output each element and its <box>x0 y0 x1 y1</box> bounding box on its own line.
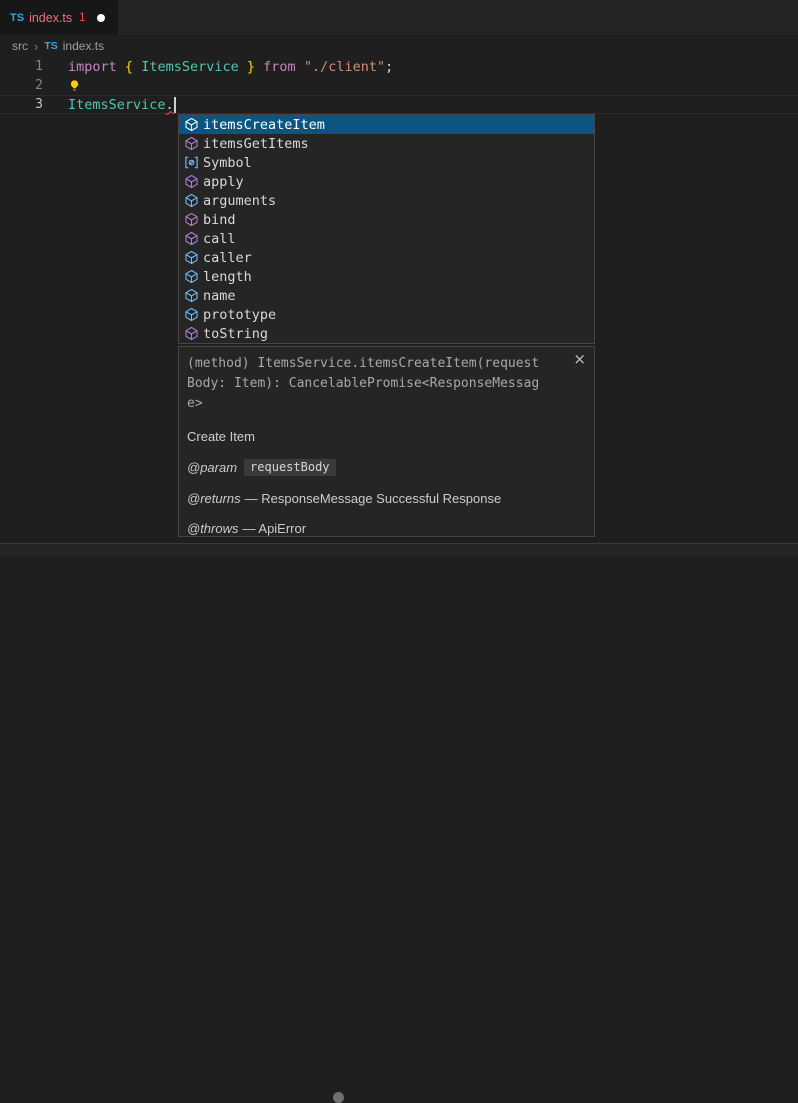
jsdoc-tag: @returns <box>187 491 241 506</box>
suggestion-label: arguments <box>203 193 276 209</box>
jsdoc-throws-row: @throws — ApiError <box>187 521 586 536</box>
code-token: "./client" <box>304 59 385 75</box>
suggestion-item[interactable]: call <box>179 229 594 248</box>
lightbulb-icon[interactable] <box>68 79 81 93</box>
suggestion-label: apply <box>203 174 244 190</box>
jsdoc-text: — ResponseMessage Successful Response <box>245 491 502 506</box>
line-number: 3 <box>0 97 68 112</box>
code-token <box>255 59 263 75</box>
symbol-field-icon <box>184 193 199 208</box>
symbol-field-icon <box>184 307 199 322</box>
problem-count-badge: 1 <box>79 12 85 24</box>
jsdoc-text: — ApiError <box>243 521 307 536</box>
code-token: } <box>247 59 255 75</box>
code-token <box>296 59 304 75</box>
docs-description: Create Item <box>187 429 586 444</box>
tab-bar: TS index.ts 1 <box>0 0 798 35</box>
symbol-method-icon <box>184 212 199 227</box>
symbol-field-icon <box>184 250 199 265</box>
code-token <box>239 59 247 75</box>
symbol-field-icon <box>184 269 199 284</box>
symbol-method-icon <box>184 136 199 151</box>
breadcrumb-item-src[interactable]: src <box>12 39 28 53</box>
symbol-method-icon <box>184 231 199 246</box>
typescript-file-icon: TS <box>44 40 57 52</box>
suggest-widget: itemsCreateItem itemsGetItems Symbol app… <box>178 114 595 344</box>
symbol-method-icon <box>184 117 199 132</box>
code-token: import <box>68 59 117 75</box>
suggestion-label: prototype <box>203 307 276 323</box>
suggestion-item[interactable]: apply <box>179 172 594 191</box>
method-signature: (method) ItemsService.itemsCreateItem(re… <box>187 354 541 414</box>
suggestion-item[interactable]: prototype <box>179 305 594 324</box>
suggestion-label: length <box>203 269 252 285</box>
jsdoc-tag: @throws <box>187 521 239 536</box>
line-number: 2 <box>0 78 68 93</box>
jsdoc-param-row: @param requestBody <box>187 459 586 476</box>
suggestion-label: itemsGetItems <box>203 136 309 152</box>
symbol-method-icon <box>184 326 199 341</box>
suggestion-label: call <box>203 231 236 247</box>
symbol-field-icon <box>184 288 199 303</box>
chevron-right-icon: › <box>34 39 38 54</box>
close-icon[interactable]: × <box>573 352 586 367</box>
suggestion-label: itemsCreateItem <box>203 117 325 133</box>
suggestion-label: Symbol <box>203 155 252 171</box>
line-number: 1 <box>0 59 68 74</box>
divider-dot <box>333 1092 344 1103</box>
code-token <box>117 59 125 75</box>
code-token: ItemsService <box>141 59 239 75</box>
suggestion-item[interactable]: name <box>179 286 594 305</box>
symbol-variable-icon <box>184 155 199 170</box>
suggestion-label: bind <box>203 212 236 228</box>
text-cursor <box>174 97 176 113</box>
symbol-method-icon <box>184 174 199 189</box>
suggestion-item[interactable]: toString <box>179 324 594 343</box>
suggestion-item[interactable]: bind <box>179 210 594 229</box>
code-token <box>133 59 141 75</box>
editor-tab[interactable]: TS index.ts 1 <box>0 0 118 35</box>
bottom-strip <box>0 544 798 555</box>
suggestion-item[interactable]: caller <box>179 248 594 267</box>
typescript-file-icon: TS <box>10 12 24 24</box>
breadcrumb: src › TS index.ts <box>0 35 798 57</box>
code-line[interactable]: 3 ItemsService . <box>0 95 798 114</box>
jsdoc-tag: @param <box>187 460 237 475</box>
tab-filename: index.ts <box>29 11 72 25</box>
suggestion-item[interactable]: itemsGetItems <box>179 134 594 153</box>
suggestion-item[interactable]: Symbol <box>179 153 594 172</box>
suggestion-item[interactable]: arguments <box>179 191 594 210</box>
code-token: from <box>263 59 296 75</box>
code-token: ; <box>385 59 393 75</box>
breadcrumb-item-file[interactable]: index.ts <box>63 39 104 53</box>
code-token: ItemsService <box>68 97 166 113</box>
code-token: { <box>125 59 133 75</box>
code-token-error: . <box>166 97 174 113</box>
code-line[interactable]: 2 <box>0 76 798 95</box>
suggestion-item[interactable]: itemsCreateItem <box>179 115 594 134</box>
modified-dot-icon[interactable] <box>97 14 105 22</box>
suggestion-label: name <box>203 288 236 304</box>
suggestion-label: caller <box>203 250 252 266</box>
jsdoc-returns-row: @returns — ResponseMessage Successful Re… <box>187 491 586 506</box>
suggestion-label: toString <box>203 326 268 342</box>
code-line[interactable]: 1 import { ItemsService } from "./client… <box>0 57 798 76</box>
suggest-docs-panel: × (method) ItemsService.itemsCreateItem(… <box>178 346 595 537</box>
suggestion-item[interactable]: length <box>179 267 594 286</box>
param-code-chip: requestBody <box>244 459 335 476</box>
